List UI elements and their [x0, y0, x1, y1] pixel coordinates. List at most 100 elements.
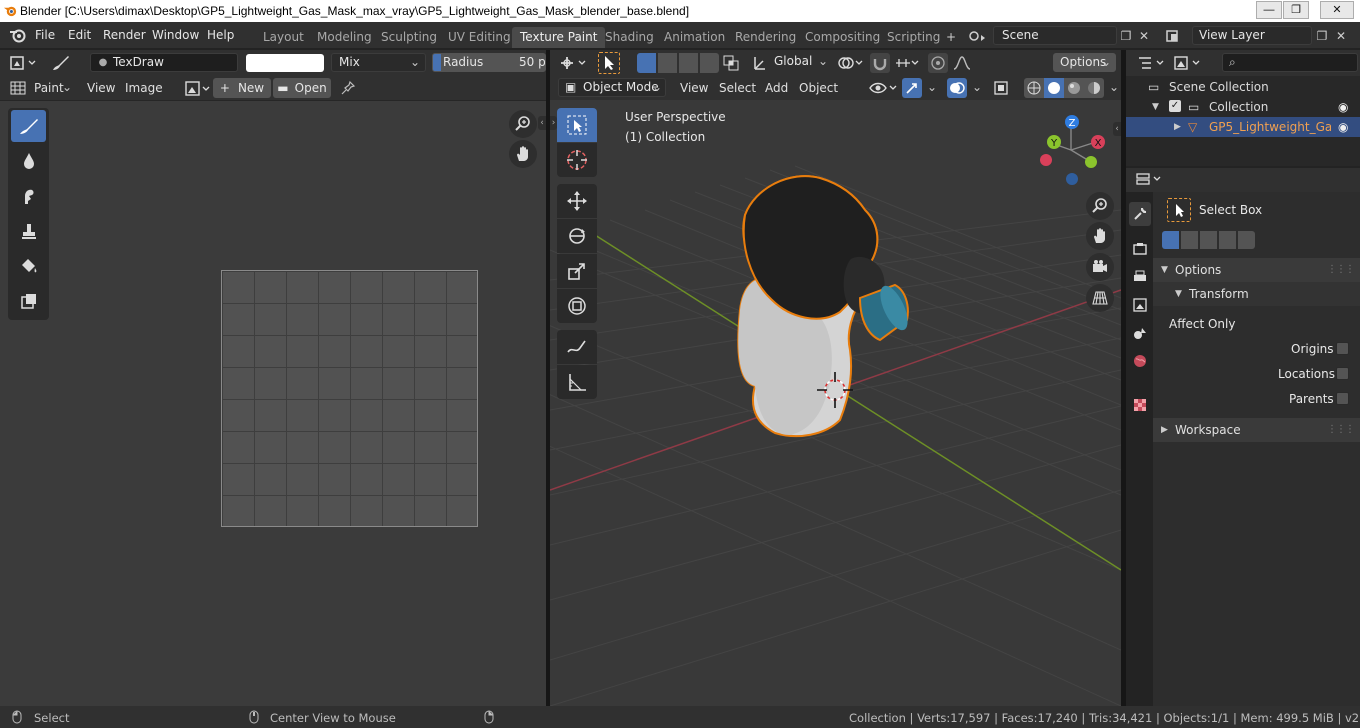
image-canvas-grid[interactable]: [221, 270, 478, 527]
properties-editor-type-icon[interactable]: [1134, 170, 1164, 188]
transform-tool[interactable]: [557, 289, 597, 323]
new-image-button[interactable]: + New: [213, 78, 271, 98]
options-dropdown[interactable]: Options ⌄: [1053, 53, 1116, 72]
tab-animation[interactable]: Animation: [656, 27, 733, 48]
chevron-down-icon[interactable]: ⌄: [972, 80, 982, 94]
falloff-icon[interactable]: [952, 54, 978, 72]
navigation-gizmo[interactable]: Z Y X: [1036, 112, 1108, 192]
menu-object[interactable]: Object: [799, 81, 838, 95]
select-intersect-icon[interactable]: [722, 54, 742, 72]
menu-window[interactable]: Window: [152, 28, 199, 42]
material-shading-icon[interactable]: [1064, 78, 1084, 98]
eye-icon[interactable]: ◉: [1338, 117, 1348, 137]
tab-layout[interactable]: Layout: [255, 27, 312, 48]
minimize-button[interactable]: —: [1256, 1, 1282, 19]
blend-mode-dropdown[interactable]: Mix ⌄: [331, 53, 426, 72]
mask-tool[interactable]: [11, 285, 46, 317]
locations-checkbox[interactable]: [1336, 367, 1349, 380]
snap-target-icon[interactable]: [894, 54, 920, 72]
viewport-sidebar-toggle-icon[interactable]: ‹: [1113, 122, 1121, 136]
tab-shading[interactable]: Shading: [597, 27, 662, 48]
measure-tool[interactable]: [557, 365, 597, 399]
remove-view-layer-icon[interactable]: ✕: [1334, 27, 1348, 45]
view-layer-field[interactable]: View Layer: [1192, 26, 1312, 45]
scene-icon[interactable]: [966, 27, 990, 45]
snap-toggle-icon[interactable]: [870, 53, 890, 73]
collapse-arrow-icon[interactable]: ▼: [1152, 97, 1159, 117]
scale-tool[interactable]: [557, 254, 597, 288]
select-subtract-icon[interactable]: [679, 53, 698, 73]
overlays-toggle-icon[interactable]: [947, 78, 967, 98]
menu-view[interactable]: View: [680, 81, 708, 95]
pivot-point-icon[interactable]: [836, 54, 864, 72]
outliner-object-row[interactable]: ▶ ▽ GP5_Lightweight_Gas_M ◉: [1126, 117, 1360, 137]
editor-type-icon[interactable]: [8, 54, 38, 72]
select-new-icon[interactable]: [637, 53, 656, 73]
xray-toggle-icon[interactable]: [991, 78, 1011, 98]
soften-tool[interactable]: [11, 145, 46, 177]
object-mode-dropdown[interactable]: ▣ Object Mode ⌄: [558, 78, 666, 97]
blender-menu-icon[interactable]: [9, 26, 27, 44]
select-invert-icon[interactable]: [700, 53, 719, 73]
select-tool-indicator[interactable]: [598, 52, 620, 74]
maximize-button[interactable]: ❐: [1283, 1, 1309, 19]
browse-image-icon[interactable]: [184, 80, 212, 97]
remove-scene-icon[interactable]: ✕: [1137, 27, 1151, 45]
fill-tool[interactable]: [11, 250, 46, 282]
tab-sculpting[interactable]: Sculpting: [373, 27, 445, 48]
clone-tool[interactable]: [11, 215, 46, 247]
select-new-icon[interactable]: [1162, 231, 1179, 249]
pin-icon[interactable]: [340, 80, 356, 96]
menu-help[interactable]: Help: [207, 28, 234, 42]
draw-tool[interactable]: [11, 110, 46, 142]
expand-arrow-icon[interactable]: ▶: [1174, 117, 1181, 137]
transform-subpanel-header[interactable]: ▼ Transform: [1153, 282, 1360, 306]
world-properties-tab[interactable]: [1129, 349, 1151, 373]
output-properties-tab[interactable]: [1129, 265, 1151, 289]
parents-checkbox[interactable]: [1336, 392, 1349, 405]
gizmo-toggle-icon[interactable]: [902, 78, 922, 98]
view-layer-icon[interactable]: [1164, 27, 1190, 45]
menu-select[interactable]: Select: [719, 81, 756, 95]
rendered-shading-icon[interactable]: [1084, 78, 1104, 98]
collection-checkbox[interactable]: ✓: [1169, 100, 1181, 112]
visibility-icon[interactable]: [868, 79, 898, 97]
annotate-tool[interactable]: [557, 330, 597, 364]
menu-add[interactable]: Add: [765, 81, 788, 95]
chevron-down-icon[interactable]: ⌄: [1109, 80, 1119, 94]
brush-color-swatch[interactable]: [246, 54, 324, 72]
menu-file[interactable]: File: [35, 28, 55, 42]
radius-slider[interactable]: Radius 50 px: [432, 53, 546, 72]
options-panel-header[interactable]: ▼ Options ⋮⋮⋮: [1153, 258, 1360, 282]
editor-type-icon[interactable]: [558, 54, 588, 72]
tab-compositing[interactable]: Compositing: [797, 27, 888, 48]
select-extend-icon[interactable]: [658, 53, 677, 73]
menu-render[interactable]: Render: [103, 28, 146, 42]
scene-properties-tab[interactable]: [1129, 321, 1151, 345]
zoom-icon[interactable]: [509, 110, 537, 138]
menu-view[interactable]: View: [87, 81, 115, 95]
rotate-tool[interactable]: [557, 219, 597, 253]
tab-uv-editing[interactable]: UV Editing: [440, 27, 519, 48]
tool-properties-tab[interactable]: [1129, 202, 1151, 226]
close-button[interactable]: ✕: [1320, 1, 1354, 19]
brush-name-field[interactable]: TexDraw: [90, 53, 238, 72]
select-extend-icon[interactable]: [1181, 231, 1198, 249]
add-workspace-button[interactable]: +: [938, 27, 964, 48]
drag-handle-icon[interactable]: ⋮⋮⋮: [1327, 258, 1355, 282]
select-box-tool[interactable]: [557, 108, 597, 142]
cursor-tool[interactable]: [557, 143, 597, 177]
outliner-scene-collection[interactable]: ▭ Scene Collection: [1126, 77, 1360, 97]
paint-mode-dropdown[interactable]: Paint: [34, 81, 64, 95]
origins-checkbox[interactable]: [1336, 342, 1349, 355]
brush-tool-icon[interactable]: [50, 53, 72, 73]
sidebar-toggle-icon[interactable]: ‹: [538, 116, 546, 130]
drag-handle-icon[interactable]: ⋮⋮⋮: [1327, 418, 1355, 442]
display-mode-icon[interactable]: [1172, 54, 1204, 72]
pan-hand-icon[interactable]: [509, 140, 537, 168]
viewport-toolbar-toggle-icon[interactable]: ›: [550, 116, 557, 130]
new-scene-icon[interactable]: ❐: [1117, 27, 1135, 45]
smear-tool[interactable]: [11, 180, 46, 212]
view-layer-properties-tab[interactable]: [1129, 293, 1151, 317]
wireframe-shading-icon[interactable]: [1024, 78, 1044, 98]
